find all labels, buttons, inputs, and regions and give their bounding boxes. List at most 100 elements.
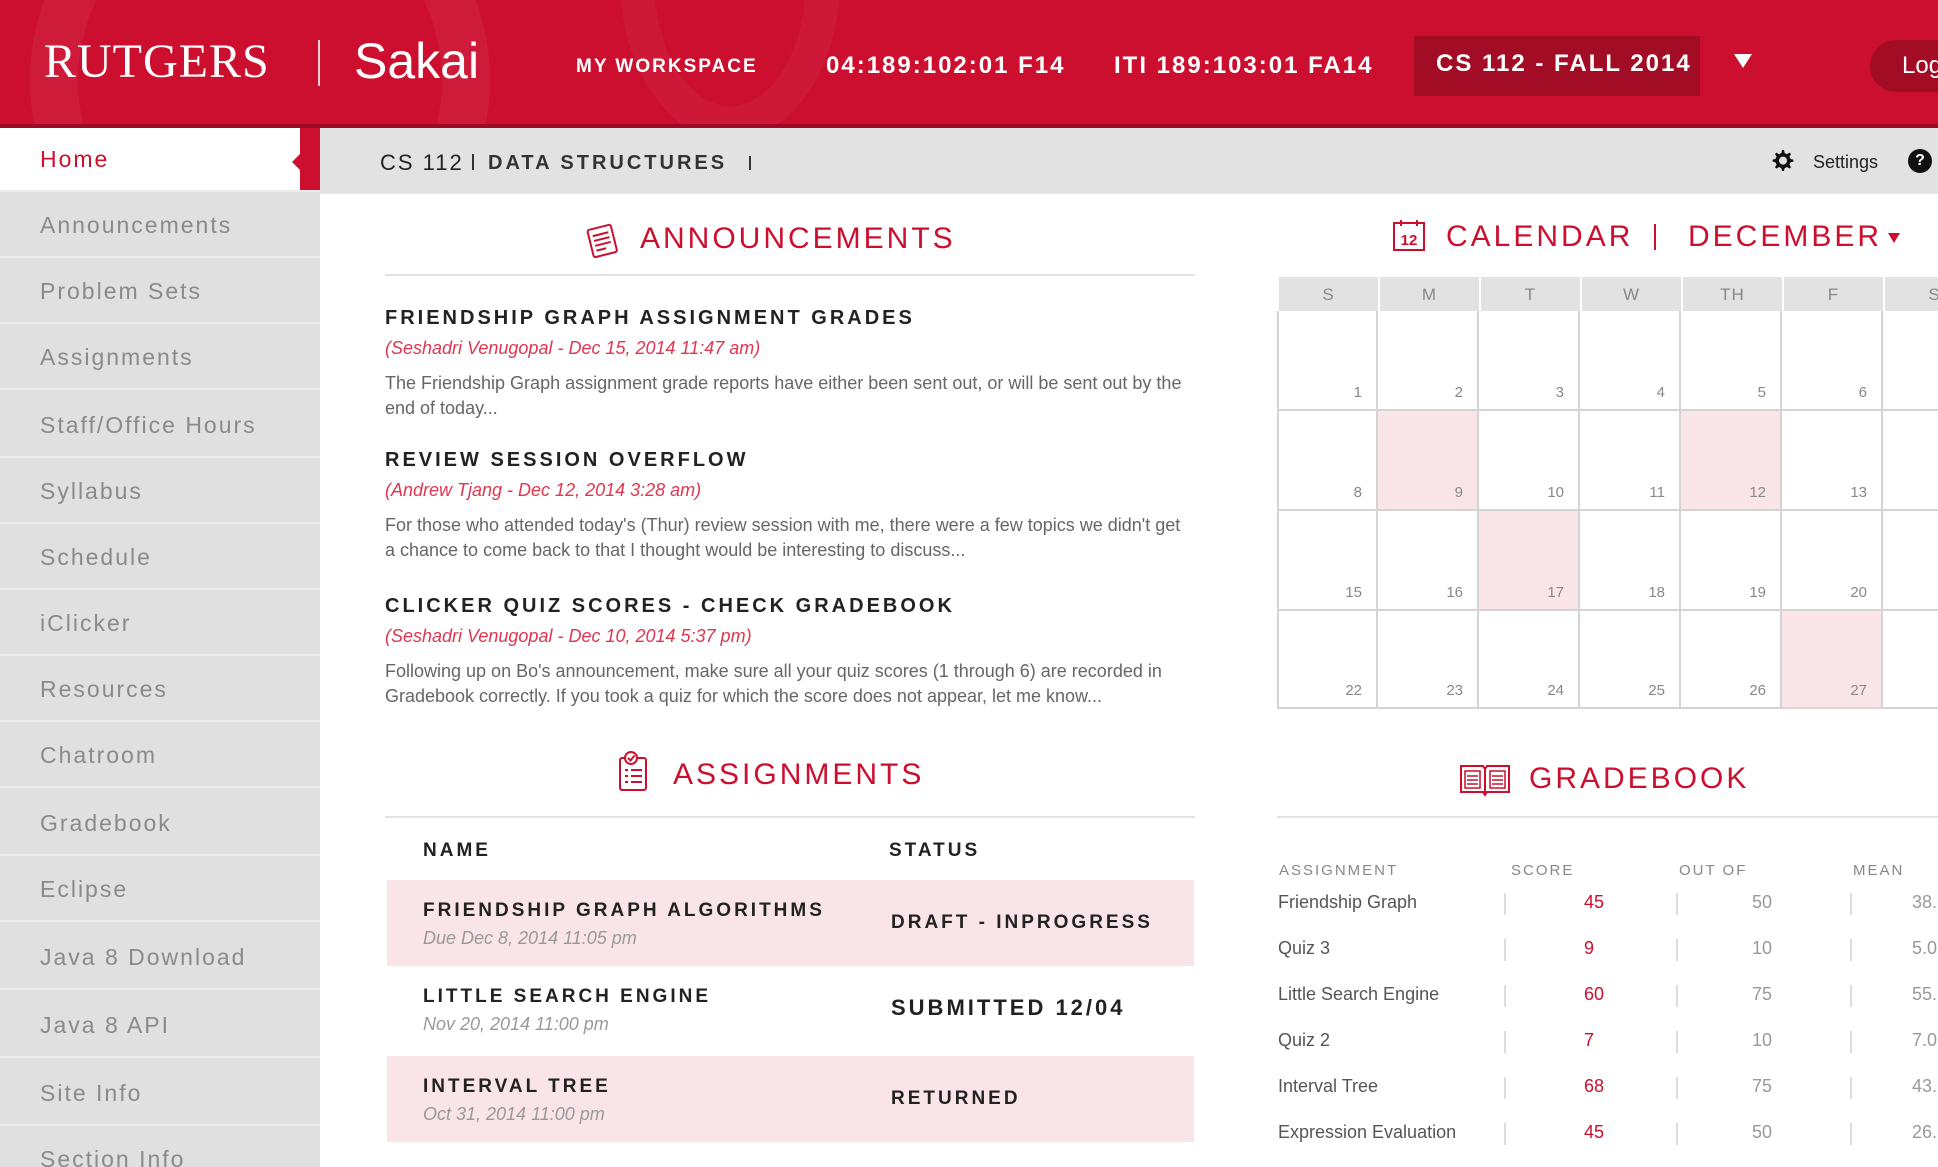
sidebar-item-java8-api[interactable]: Java 8 API: [0, 994, 320, 1058]
sidebar-item-iclicker[interactable]: iClicker: [0, 592, 320, 656]
calendar-day-has-event[interactable]: 12: [1681, 411, 1782, 511]
column-header-status: STATUS: [889, 840, 981, 861]
calendar-day[interactable]: 3: [1479, 311, 1580, 411]
gradebook-heading[interactable]: GRADEBOOK: [1529, 762, 1749, 796]
calendar-day[interactable]: 6: [1782, 311, 1883, 411]
calendar-day[interactable]: 4: [1580, 311, 1681, 411]
sidebar-item-chatroom[interactable]: Chatroom: [0, 724, 320, 788]
calendar-day[interactable]: 25: [1580, 611, 1681, 709]
calendar-day[interactable]: 22: [1277, 611, 1378, 709]
announcement-item[interactable]: CLICKER QUIZ SCORES - CHECK GRADEBOOK (S…: [385, 595, 1195, 709]
calendar-day[interactable]: 1: [1277, 311, 1378, 411]
assignment-status: RETURNED: [891, 1088, 1021, 1109]
grade-assignment-name: Interval Tree: [1278, 1076, 1379, 1096]
sidebar-item-label: Gradebook: [40, 810, 172, 836]
sidebar-item-gradebook[interactable]: Gradebook: [0, 792, 320, 856]
calendar-day[interactable]: 5: [1681, 311, 1782, 411]
calendar-day[interactable]: 8: [1277, 411, 1378, 511]
column-divider: [1676, 1123, 1678, 1145]
caret-down-icon[interactable]: [1888, 233, 1900, 243]
calendar-day[interactable]: 10: [1479, 411, 1580, 511]
grade-score: 45: [1583, 1122, 1605, 1142]
calendar-day-has-event[interactable]: 27: [1782, 611, 1883, 709]
announcement-title[interactable]: FRIENDSHIP GRAPH ASSIGNMENT GRADES: [385, 307, 1195, 330]
table-row[interactable]: LITTLE SEARCH ENGINE Nov 20, 2014 11:00 …: [387, 966, 1194, 1052]
nav-site-iti-189-103[interactable]: ITI 189:103:01 FA14: [1114, 52, 1373, 80]
column-divider: [1850, 893, 1852, 915]
announcement-meta: (Seshadri Venugopal - Dec 15, 2014 11:47…: [385, 338, 761, 358]
calendar-day[interactable]: 16: [1378, 511, 1479, 611]
sidebar-item-label: Home: [40, 146, 110, 172]
help-icon[interactable]: ?: [1908, 149, 1932, 173]
assignment-due: Due Dec 8, 2014 11:05 pm: [423, 928, 637, 948]
nav-active-site-cs112[interactable]: CS 112 - FALL 2014: [1414, 36, 1700, 96]
nav-site-04-189-102[interactable]: 04:189:102:01 F14: [826, 52, 1065, 80]
column-divider: [1504, 1077, 1506, 1099]
column-divider: [1676, 939, 1678, 961]
calendar-dow: T: [1479, 277, 1580, 311]
announcements-heading[interactable]: ANNOUNCEMENTS: [640, 222, 956, 256]
calendar-day[interactable]: 23: [1378, 611, 1479, 709]
calendar-day[interactable]: 11: [1580, 411, 1681, 511]
announcements-divider: [385, 274, 1195, 276]
calendar-month-select[interactable]: DECEMBER: [1688, 220, 1882, 254]
table-row[interactable]: INTERVAL TREE Oct 31, 2014 11:00 pm RETU…: [387, 1056, 1194, 1142]
sidebar-item-assignments[interactable]: Assignments: [0, 326, 320, 390]
announcement-title[interactable]: CLICKER QUIZ SCORES - CHECK GRADEBOOK: [385, 595, 1195, 618]
sidebar-item-label: Assignments: [40, 344, 194, 370]
gear-icon[interactable]: [1770, 148, 1794, 172]
grade-out-of: 50: [1751, 1122, 1773, 1142]
caret-down-icon[interactable]: [1734, 54, 1752, 68]
calendar-day[interactable]: 18: [1580, 511, 1681, 611]
grade-out-of: 50: [1751, 892, 1773, 912]
sidebar-item-label: Announcements: [40, 212, 233, 238]
grade-out-of: 10: [1751, 938, 1773, 958]
sidebar-item-resources[interactable]: Resources: [0, 658, 320, 722]
calendar-day[interactable]: 2: [1378, 311, 1479, 411]
sidebar-item-staff-office-hours[interactable]: Staff/Office Hours: [0, 394, 320, 458]
calendar-day[interactable]: [1883, 611, 1938, 709]
grade-mean: 55.: [1912, 984, 1938, 1004]
sidebar-item-problem-sets[interactable]: Problem Sets: [0, 260, 320, 324]
sidebar-item-site-info[interactable]: Site Info: [0, 1062, 320, 1126]
calendar-day-has-event[interactable]: 17: [1479, 511, 1580, 611]
announcement-title[interactable]: REVIEW SESSION OVERFLOW: [385, 449, 1195, 472]
assignment-name[interactable]: INTERVAL TREE: [423, 1076, 611, 1098]
announcement-meta: (Andrew Tjang - Dec 12, 2014 3:28 am): [385, 480, 702, 500]
calendar-day[interactable]: 13: [1782, 411, 1883, 511]
column-divider: [1504, 939, 1506, 961]
calendar-day[interactable]: [1883, 411, 1938, 511]
sidebar-item-home[interactable]: Home: [0, 128, 320, 192]
nav-my-workspace[interactable]: MY WORKSPACE: [576, 56, 758, 78]
announcement-body: For those who attended today's (Thur) re…: [385, 515, 1181, 560]
grade-out-of: 75: [1751, 1076, 1773, 1096]
announcement-item[interactable]: REVIEW SESSION OVERFLOW (Andrew Tjang - …: [385, 449, 1195, 563]
sidebar-item-announcements[interactable]: Announcements: [0, 194, 320, 258]
sidebar-item-java8-download[interactable]: Java 8 Download: [0, 926, 320, 990]
announcement-item[interactable]: FRIENDSHIP GRAPH ASSIGNMENT GRADES (Sesh…: [385, 307, 1195, 421]
settings-link[interactable]: Settings: [1813, 152, 1878, 173]
assignments-heading[interactable]: ASSIGNMENTS: [673, 758, 924, 792]
calendar-day[interactable]: 20: [1782, 511, 1883, 611]
assignment-name[interactable]: FRIENDSHIP GRAPH ALGORITHMS: [423, 900, 825, 922]
calendar-heading[interactable]: CALENDAR: [1446, 220, 1633, 254]
table-row[interactable]: FRIENDSHIP GRAPH ALGORITHMS Due Dec 8, 2…: [387, 880, 1194, 966]
rutgers-logo[interactable]: RUTGERS: [44, 34, 270, 89]
calendar-day[interactable]: 15: [1277, 511, 1378, 611]
logout-button[interactable]: Log: [1870, 40, 1938, 92]
calendar-day[interactable]: [1883, 511, 1938, 611]
sakai-logo[interactable]: Sakai: [354, 32, 479, 90]
sidebar-item-schedule[interactable]: Schedule: [0, 526, 320, 590]
column-divider: [1504, 893, 1506, 915]
announcement-meta: (Seshadri Venugopal - Dec 10, 2014 5:37 …: [385, 626, 752, 646]
calendar-day[interactable]: 26: [1681, 611, 1782, 709]
sidebar-item-eclipse[interactable]: Eclipse: [0, 858, 320, 922]
calendar-day[interactable]: 19: [1681, 511, 1782, 611]
calendar-day-has-event[interactable]: 9: [1378, 411, 1479, 511]
sidebar-item-label: Syllabus: [40, 478, 143, 504]
calendar-day[interactable]: [1883, 311, 1938, 411]
calendar-day[interactable]: 24: [1479, 611, 1580, 709]
assignment-name[interactable]: LITTLE SEARCH ENGINE: [423, 986, 711, 1008]
sidebar-item-syllabus[interactable]: Syllabus: [0, 460, 320, 524]
sidebar-item-section-info[interactable]: Section Info: [0, 1128, 320, 1167]
